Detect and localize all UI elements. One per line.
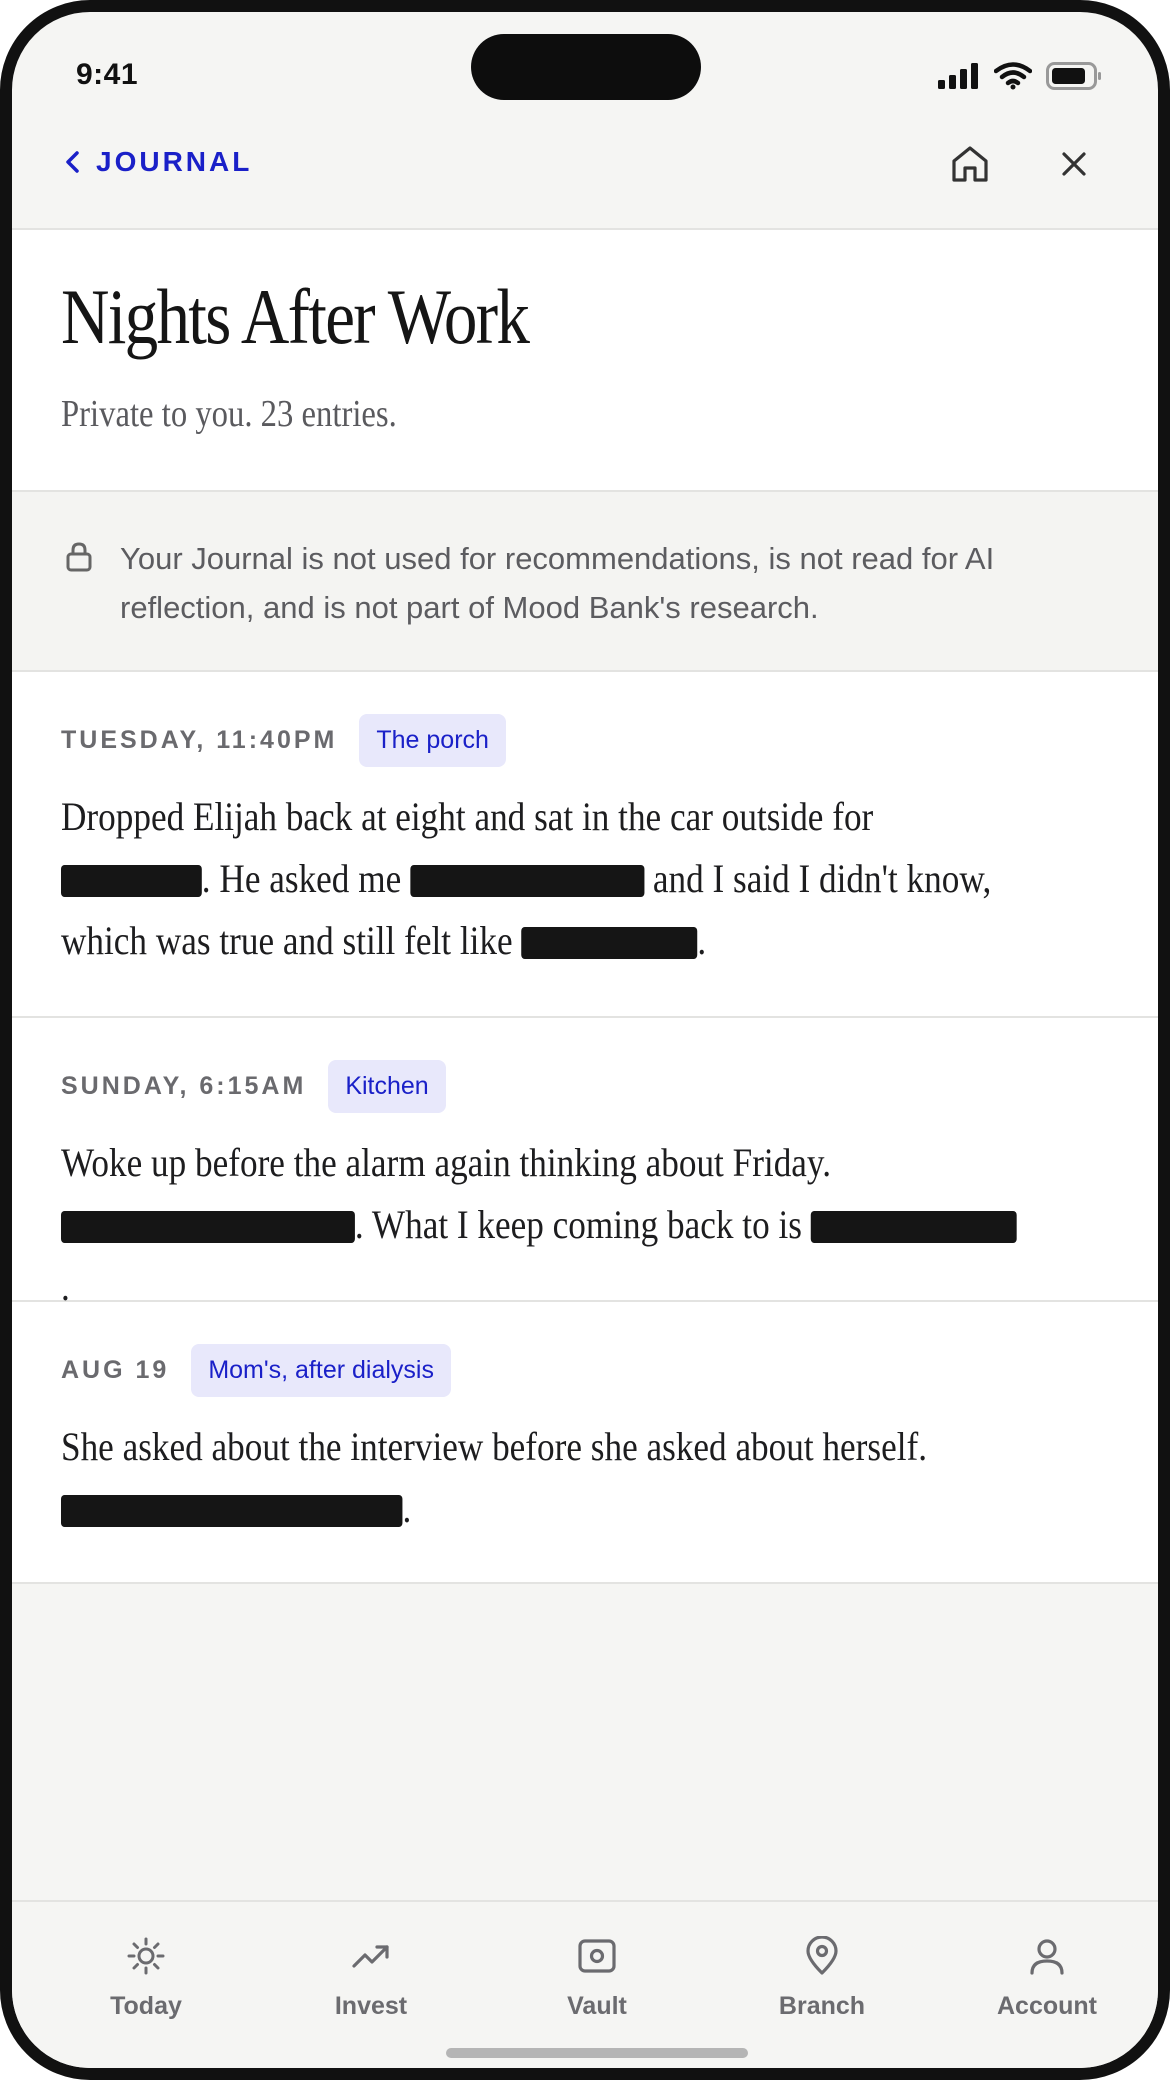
entry-location-tag[interactable]: The porch [359, 714, 506, 767]
user-icon [1030, 1939, 1064, 1975]
redaction-block [810, 1211, 1017, 1243]
status-time: 9:41 [76, 58, 139, 91]
vault-icon [578, 1939, 616, 1973]
redaction-block [61, 1211, 355, 1243]
entry-body: Dropped Elijah back at eight and sat in … [61, 786, 1020, 972]
entry-text: . What I keep coming back to is [354, 1202, 802, 1247]
screen: 9:41 JOURNAL Nights After Work Private t… [12, 12, 1158, 2068]
privacy-notice: Your Journal is not used for recommendat… [12, 492, 1158, 672]
entry-date: TUESDAY, 11:40PM [61, 726, 338, 754]
entry-meta: TUESDAY, 11:40PM The porch [61, 714, 506, 767]
trending-up-icon [352, 1945, 389, 1968]
sun-icon [127, 1937, 165, 1975]
journal-header: Nights After Work Private to you. 23 ent… [12, 230, 1158, 492]
entry-location-tag[interactable]: Kitchen [328, 1060, 446, 1113]
journal-entry[interactable]: AUG 19 Mom's, after dialysis She asked a… [12, 1302, 1158, 1584]
entry-date: SUNDAY, 6:15AM [61, 1072, 307, 1100]
back-label: JOURNAL [96, 146, 253, 177]
redaction-block [61, 865, 202, 897]
entry-date: AUG 19 [61, 1356, 170, 1384]
tab-label: Branch [778, 1992, 866, 2020]
redaction-block [61, 1495, 403, 1527]
tab-vault[interactable]: Vault [497, 1936, 697, 2021]
tab-invest[interactable]: Invest [271, 1936, 471, 2021]
battery-icon [1046, 62, 1101, 90]
home-indicator[interactable] [446, 2048, 748, 2058]
tab-label: Today [110, 1992, 182, 2020]
entry-text: Dropped Elijah back at eight and sat in … [61, 794, 874, 839]
entry-text: . He asked me [201, 856, 402, 901]
tab-account[interactable]: Account [947, 1936, 1147, 2021]
entry-text: . [402, 1486, 412, 1531]
redaction-block [521, 927, 698, 959]
tab-label: Vault [567, 1992, 627, 2020]
cellular-signal-icon [938, 63, 978, 89]
wifi-icon [994, 62, 1032, 90]
entry-body: She asked about the interview before she… [61, 1416, 1020, 1540]
tab-label: Account [997, 1992, 1097, 2020]
page-subtitle: Private to you. 23 entries. [61, 393, 397, 435]
map-pin-icon [806, 1936, 838, 1975]
entry-body: Woke up before the alarm again thinking … [61, 1132, 1020, 1318]
lock-icon [66, 542, 92, 572]
journal-entry[interactable]: SUNDAY, 6:15AM Kitchen Woke up before th… [12, 1018, 1158, 1309]
page-title: Nights After Work [61, 273, 530, 360]
home-icon[interactable] [948, 142, 992, 186]
privacy-notice-text: Your Journal is not used for recommendat… [120, 541, 995, 625]
chevron-left-icon [66, 151, 79, 173]
tab-today[interactable]: Today [46, 1936, 246, 2021]
tab-branch[interactable]: Branch [722, 1936, 922, 2021]
close-icon[interactable] [1056, 146, 1092, 182]
redaction-block [410, 865, 645, 897]
top-nav: JOURNAL [12, 112, 1158, 230]
entry-text: She asked about the interview before she… [61, 1424, 928, 1469]
entry-location-tag[interactable]: Mom's, after dialysis [191, 1344, 451, 1397]
phone-frame: 9:41 JOURNAL Nights After Work Private t… [0, 0, 1170, 2080]
tab-label: Invest [334, 1992, 408, 2020]
entry-meta: SUNDAY, 6:15AM Kitchen [61, 1060, 446, 1113]
status-icons [938, 62, 1102, 90]
entry-text: Woke up before the alarm again thinking … [61, 1140, 832, 1185]
entry-text: . [697, 918, 707, 963]
journal-entry[interactable]: TUESDAY, 11:40PM The porch Dropped Elija… [12, 672, 1158, 1018]
back-button[interactable]: JOURNAL [64, 146, 252, 178]
dynamic-island [471, 34, 701, 100]
entry-meta: AUG 19 Mom's, after dialysis [61, 1344, 451, 1397]
